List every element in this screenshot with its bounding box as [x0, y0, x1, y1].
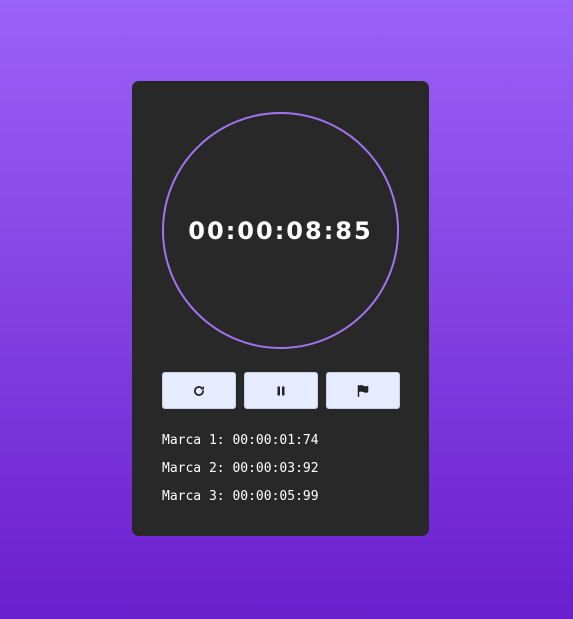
lap-button[interactable] [326, 372, 400, 409]
lap-time: 00:00:01:74 [232, 433, 319, 448]
controls-bar [162, 372, 400, 409]
lap-time: 00:00:03:92 [232, 461, 319, 476]
elapsed-time-display: 00:00:08:85 [188, 216, 373, 245]
stopwatch-dial: 00:00:08:85 [162, 112, 399, 349]
lap-item: Marca 2: 00:00:03:92 [162, 459, 319, 487]
lap-time: 00:00:05:99 [232, 489, 319, 504]
pause-icon [275, 385, 287, 397]
restart-icon [192, 384, 206, 398]
lap-label: Marca 1: [162, 433, 225, 448]
stopwatch-card: 00:00:08:85 Marca 1: 00:00:01:74 Marca 2… [132, 81, 429, 536]
pause-button[interactable] [244, 372, 318, 409]
lap-list: Marca 1: 00:00:01:74 Marca 2: 00:00:03:9… [162, 431, 319, 515]
flag-icon [356, 384, 370, 398]
lap-item: Marca 3: 00:00:05:99 [162, 487, 319, 515]
lap-label: Marca 2: [162, 461, 225, 476]
lap-item: Marca 1: 00:00:01:74 [162, 431, 319, 459]
lap-label: Marca 3: [162, 489, 225, 504]
reset-button[interactable] [162, 372, 236, 409]
